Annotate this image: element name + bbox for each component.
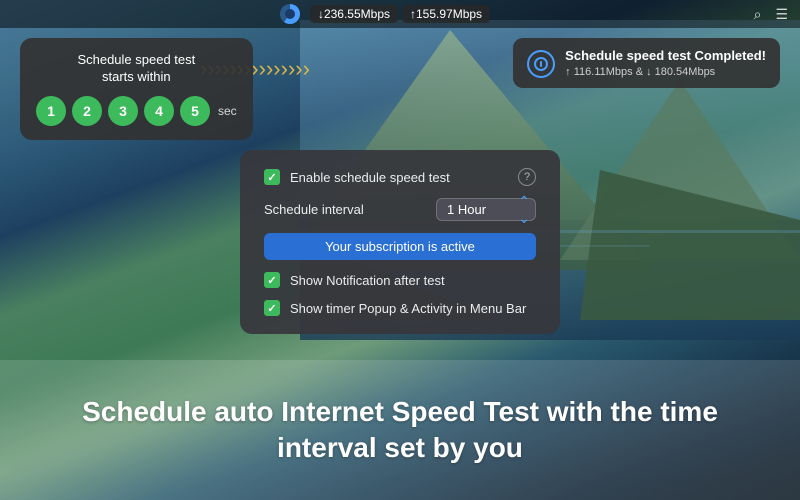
upload-speed-value: ↑155.97Mbps [410,7,482,21]
help-button[interactable]: ? [518,168,536,186]
notif-subtitle: ↑ 116.11Mbps & ↓ 180.54Mbps [565,66,766,78]
arrow-10: › [266,58,273,80]
show-timer-checkbox[interactable]: ✓ [264,300,280,316]
search-icon[interactable]: ⌕ [754,6,762,23]
show-timer-row: ✓ Show timer Popup & Activity in Menu Ba… [264,300,536,316]
sec-label: sec [218,104,237,118]
check-icon-3: ✓ [267,302,276,315]
countdown-3: 3 [108,96,138,126]
bottom-title: Schedule auto Internet Speed Test with t… [82,394,718,467]
app-icon [280,4,300,24]
arrow-12: › [281,58,288,80]
enable-row: ✓ Enable schedule speed test ? [264,168,536,186]
settings-panel: ✓ Enable schedule speed test ? Schedule … [240,150,560,334]
app-icon-inner [285,9,295,19]
upload-speed-badge: ↑155.97Mbps [402,5,490,23]
schedule-popup-title: Schedule speed test starts within [36,52,237,86]
countdown-5: 5 [180,96,210,126]
notif-text: Schedule speed test Completed! ↑ 116.11M… [565,48,766,78]
countdown-circles: 1 2 3 4 5 sec [36,96,237,126]
enable-checkbox[interactable]: ✓ [264,169,280,185]
show-notification-label: Show Notification after test [290,273,536,288]
titlebar-actions: ⌕ ☰ [754,6,788,23]
show-notification-checkbox[interactable]: ✓ [264,272,280,288]
arrow-13: › [288,58,295,80]
speedometer-icon [534,57,548,71]
bottom-section: Schedule auto Internet Speed Test with t… [0,360,800,500]
interval-select[interactable]: 30 Minutes 1 Hour 2 Hours 3 Hours 6 Hour… [436,198,536,221]
countdown-4: 4 [144,96,174,126]
notification-bubble: Schedule speed test Completed! ↑ 116.11M… [513,38,780,88]
check-icon-2: ✓ [267,274,276,287]
interval-row: Schedule interval 30 Minutes 1 Hour 2 Ho… [264,198,536,221]
arrow-14: › [295,58,302,80]
countdown-1: 1 [36,96,66,126]
app-icon-circle [280,4,300,24]
download-speed-value: ↓236.55Mbps [318,7,390,21]
interval-select-wrapper: 30 Minutes 1 Hour 2 Hours 3 Hours 6 Hour… [436,198,536,221]
arrow-9: › [259,58,266,80]
check-icon: ✓ [267,171,276,184]
arrow-11: › [273,58,280,80]
subscription-badge[interactable]: Your subscription is active [264,233,536,260]
show-notification-row: ✓ Show Notification after test [264,272,536,288]
schedule-popup: Schedule speed test starts within 1 2 3 … [20,38,253,140]
interval-label: Schedule interval [264,202,364,217]
countdown-2: 2 [72,96,102,126]
show-timer-label: Show timer Popup & Activity in Menu Bar [290,301,536,316]
titlebar: ↓236.55Mbps ↑155.97Mbps ⌕ ☰ [0,0,800,28]
notif-icon-wrap [527,50,555,78]
download-speed-badge: ↓236.55Mbps [310,5,398,23]
enable-label: Enable schedule speed test [290,170,508,185]
menu-icon[interactable]: ☰ [775,6,788,23]
notif-title: Schedule speed test Completed! [565,48,766,63]
arrow-15: › [303,58,310,80]
